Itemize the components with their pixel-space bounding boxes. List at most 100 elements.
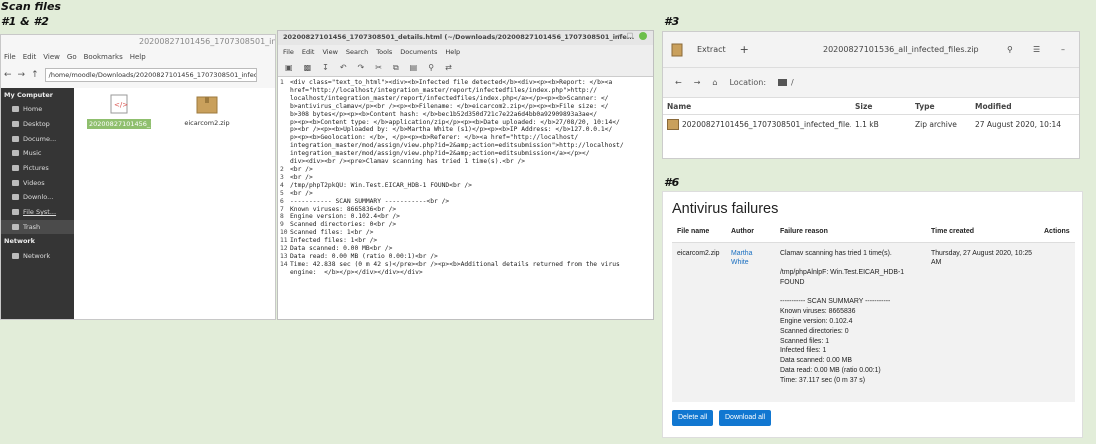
paste-icon[interactable]: ▤	[410, 63, 418, 72]
editor-title-text: 20200827101456_1707308501_details.html (…	[283, 33, 635, 41]
code-line: 9 Scanned directories: 0<br />	[280, 221, 653, 229]
redo-icon[interactable]: ↷	[358, 63, 365, 72]
line-text: Scanned directories: 0<br />	[290, 221, 397, 229]
menu-tools[interactable]: Tools	[376, 48, 392, 59]
cut-icon[interactable]: ✂	[375, 63, 382, 72]
code-area[interactable]: 1 <div class="text_to_html"><div><b>Infec…	[278, 77, 653, 277]
line-number	[280, 87, 290, 95]
close-icon[interactable]	[639, 32, 647, 40]
videos-icon	[12, 179, 19, 186]
sidebar-item-desktop[interactable]: Desktop	[1, 117, 74, 132]
file-name: eicarcom2.zip	[184, 119, 230, 127]
menu-go[interactable]: Go	[67, 53, 77, 66]
minimize-icon[interactable]: –	[618, 31, 621, 39]
column-modified[interactable]: Modified	[971, 102, 1071, 111]
line-number: 14	[280, 260, 288, 268]
sidebar-item-label: Desktop	[23, 120, 50, 129]
delete-all-button[interactable]: Delete all	[672, 410, 714, 426]
trash-icon	[12, 223, 19, 230]
row-failure-reason: Clamav scanning has tried 1 time(s). /tm…	[775, 242, 926, 402]
failure-reason-line	[780, 258, 926, 268]
undo-icon[interactable]: ↶	[340, 63, 347, 72]
path-bar[interactable]: /home/moodle/Downloads/20200827101456_17…	[44, 68, 257, 82]
code-line: 7 Known viruses: 8665836<br />	[280, 206, 653, 214]
add-icon[interactable]: +	[740, 43, 749, 56]
archive-row[interactable]: 20200827101456_1707308501_infected_file.…	[663, 115, 1079, 133]
menu-bookmarks[interactable]: Bookmarks	[84, 53, 123, 66]
line-text: Known viruses: 8665836<br />	[290, 205, 397, 213]
sidebar-item-trash[interactable]: Trash	[1, 219, 74, 235]
sidebar-item-documents[interactable]: Docume...	[1, 131, 74, 146]
search-icon[interactable]: ⚲	[428, 63, 434, 72]
menu-file[interactable]: File	[283, 48, 294, 59]
line-number	[280, 142, 290, 150]
save-icon[interactable]: ↧	[322, 63, 329, 72]
author-link[interactable]: Martha White	[731, 249, 763, 269]
menu-edit[interactable]: Edit	[23, 53, 37, 66]
menu-icon[interactable]: ☰	[1033, 45, 1040, 54]
code-line: 5 <br />	[280, 190, 653, 198]
menu-edit[interactable]: Edit	[302, 48, 315, 59]
up-arrow-icon[interactable]: ↑	[31, 70, 39, 80]
section-6-label: #6	[664, 176, 680, 189]
location-value[interactable]: /	[791, 78, 794, 87]
line-text: Scanned files: 1<br />	[290, 229, 374, 237]
column-type[interactable]: Type	[911, 102, 971, 111]
new-document-icon[interactable]: ▣	[285, 63, 293, 72]
minimize-icon[interactable]: –	[1061, 45, 1065, 54]
code-line: 8 Engine version: 0.102.4<br />	[280, 213, 653, 221]
sidebar-item-label: Home	[23, 105, 43, 114]
failure-reason-line: Data read: 0.00 MB (ratio 0.00:1)	[780, 367, 881, 375]
menu-help[interactable]: Help	[130, 53, 146, 66]
back-arrow-icon[interactable]: ←	[4, 70, 12, 80]
section-3-label: #3	[664, 15, 680, 28]
file-item-eicarcom2-zip[interactable]: eicarcom2.zip	[175, 94, 239, 127]
menu-view[interactable]: View	[322, 48, 337, 59]
sidebar-section-network[interactable]: Network	[1, 234, 74, 248]
search-icon[interactable]: ⚲	[1007, 45, 1013, 54]
column-size[interactable]: Size	[851, 102, 911, 111]
sidebar-item-network[interactable]: Network	[1, 248, 74, 263]
maximize-icon[interactable]: □	[627, 31, 633, 39]
menu-view[interactable]: View	[43, 53, 60, 66]
line-text: localhost/integration_master/report/infe…	[290, 94, 609, 102]
file-item-details-html[interactable]: </> 20200827101456_1707308501_details.ht…	[87, 94, 233, 129]
replace-icon[interactable]: ⇄	[445, 63, 452, 72]
copy-icon[interactable]: ⧉	[393, 63, 399, 73]
column-time-created: Time created	[926, 222, 1039, 243]
menu-file[interactable]: File	[4, 53, 16, 66]
menu-help[interactable]: Help	[445, 48, 460, 59]
sidebar-item-music[interactable]: Music	[1, 146, 74, 161]
archive-row-name: 20200827101456_1707308501_infected_file.…	[682, 119, 851, 129]
forward-arrow-icon[interactable]: →	[18, 70, 26, 80]
failures-table: File name Author Failure reason Time cre…	[672, 222, 1075, 402]
table-row: eicarcom2.zip Martha White Clamav scanni…	[672, 242, 1075, 402]
file-view: </> 20200827101456_1707308501_details.ht…	[74, 88, 275, 319]
failure-reason-line	[780, 288, 926, 298]
sidebar-item-file-system[interactable]: File Syst...	[1, 205, 74, 220]
column-name[interactable]: Name	[663, 102, 851, 111]
line-number: 8	[280, 213, 284, 221]
forward-arrow-icon[interactable]: →	[694, 78, 701, 87]
location-bar: ← → ⌂ Location: /	[663, 68, 1079, 98]
download-all-button[interactable]: Download all	[719, 410, 772, 426]
menu-documents[interactable]: Documents	[400, 48, 437, 59]
column-actions: Actions	[1039, 222, 1075, 243]
sidebar-section-my-computer[interactable]: My Computer	[1, 88, 74, 102]
row-file-name: eicarcom2.zip	[672, 242, 726, 402]
line-text: /tmp/phpT2pkQU: Win.Test.EICAR_HDB-1 FOU…	[290, 181, 472, 189]
line-text: Time: 42.838 sec (0 m 42 s)</pre><br /><…	[290, 260, 620, 268]
sidebar-item-home[interactable]: Home	[1, 102, 74, 117]
sidebar-item-downloads[interactable]: Downlo...	[1, 190, 74, 205]
sidebar-item-pictures[interactable]: Pictures	[1, 161, 74, 176]
home-icon[interactable]: ⌂	[712, 78, 717, 87]
sidebar-item-videos[interactable]: Videos	[1, 175, 74, 190]
line-number: 2	[280, 165, 284, 173]
line-text: Infected files: 1<br />	[290, 237, 378, 245]
back-arrow-icon[interactable]: ←	[675, 78, 682, 87]
open-icon[interactable]: ▩	[304, 63, 312, 72]
extract-button[interactable]: Extract	[697, 45, 726, 54]
menu-search[interactable]: Search	[346, 48, 368, 59]
documents-icon	[12, 135, 19, 142]
code-line: b>308 bytes</p><p><b>Content hash: </b>b…	[280, 111, 653, 119]
